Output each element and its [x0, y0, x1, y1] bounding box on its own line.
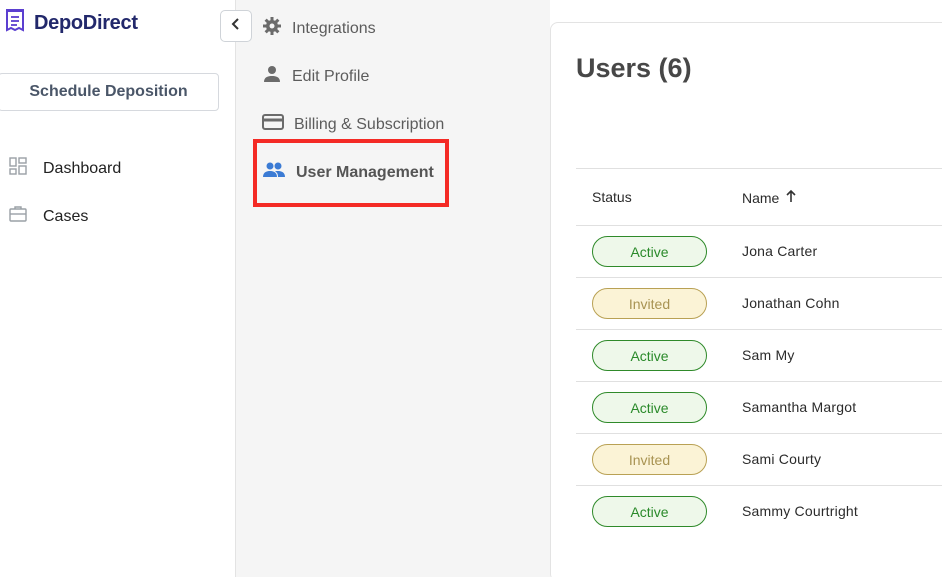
table-row[interactable]: Invited Jonathan Cohn	[576, 278, 942, 330]
status-badge: Active	[592, 340, 707, 371]
status-badge: Invited	[592, 288, 707, 319]
highlight-box	[253, 139, 449, 207]
user-name: Jona Carter	[742, 243, 818, 259]
column-header-name[interactable]: Name	[742, 189, 797, 206]
user-name: Sami Courty	[742, 451, 822, 467]
table-header: Status Name	[576, 168, 942, 226]
left-sidebar: DepoDirect Schedule Deposition Dashboard…	[0, 0, 236, 577]
page-title: Users (6)	[576, 53, 692, 83]
sidebar-item-cases[interactable]: Cases	[8, 204, 88, 229]
table-row[interactable]: Active Samantha Margot	[576, 382, 942, 434]
sidebar-item-label: Cases	[43, 207, 89, 225]
users-table: Status Name Active Jona Carter Invited J…	[576, 168, 942, 538]
user-name: Sam My	[742, 347, 795, 363]
status-badge: Active	[592, 392, 707, 423]
settings-nav: Integrations Edit Profile Billing & Subs…	[236, 0, 550, 577]
user-name: Sammy Courtright	[742, 503, 859, 519]
table-row[interactable]: Invited Sami Courty	[576, 434, 942, 486]
gear-icon	[262, 16, 282, 41]
user-name: Jonathan Cohn	[742, 295, 840, 311]
sidebar-item-dashboard[interactable]: Dashboard	[8, 156, 121, 181]
table-row[interactable]: Active Jona Carter	[576, 226, 942, 278]
column-header-status[interactable]: Status	[592, 189, 632, 205]
chevron-left-icon	[230, 17, 242, 36]
settings-item-label: Integrations	[292, 19, 376, 37]
table-row[interactable]: Active Sammy Courtright	[576, 486, 942, 538]
settings-item-integrations[interactable]: Integrations	[262, 16, 376, 41]
status-badge: Invited	[592, 444, 707, 475]
logo-icon	[4, 8, 26, 39]
dashboard-icon	[8, 156, 28, 181]
brand-name: DepoDirect	[34, 12, 138, 34]
table-row[interactable]: Active Sam My	[576, 330, 942, 382]
credit-card-icon	[262, 112, 284, 137]
status-badge: Active	[592, 236, 707, 267]
briefcase-icon	[8, 204, 28, 229]
sidebar-item-label: Dashboard	[43, 159, 122, 177]
settings-item-label: Billing & Subscription	[294, 115, 445, 133]
users-panel: Users (6) Status Name Active Jona Carter…	[550, 22, 942, 577]
person-icon	[262, 64, 282, 89]
column-header-label: Status	[592, 189, 632, 205]
status-badge: Active	[592, 496, 707, 527]
settings-item-billing[interactable]: Billing & Subscription	[262, 112, 444, 137]
column-header-label: Name	[742, 189, 780, 206]
sort-ascending-icon	[785, 189, 797, 206]
collapse-sidebar-button[interactable]	[220, 10, 252, 42]
settings-item-label: Edit Profile	[292, 67, 370, 85]
settings-item-edit-profile[interactable]: Edit Profile	[262, 64, 369, 89]
schedule-deposition-button[interactable]: Schedule Deposition	[0, 73, 219, 111]
user-name: Samantha Margot	[742, 399, 857, 415]
brand-logo[interactable]: DepoDirect	[4, 8, 138, 39]
